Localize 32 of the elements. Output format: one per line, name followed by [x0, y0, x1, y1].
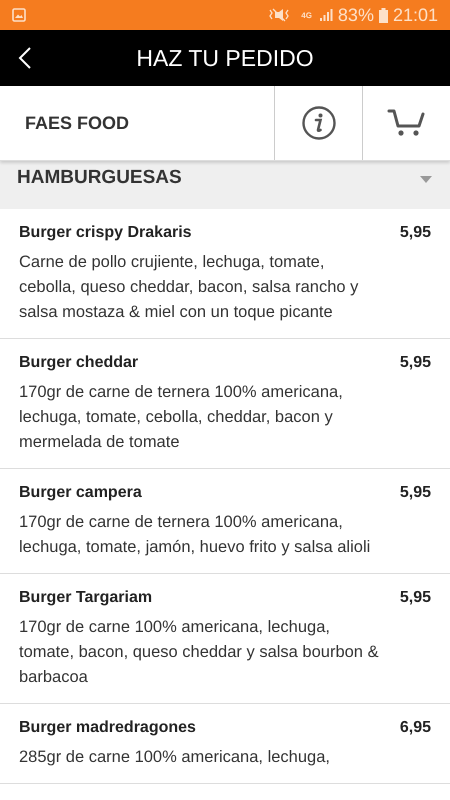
info-icon: [300, 105, 336, 141]
image-icon: [12, 8, 26, 22]
menu-item[interactable]: Burger cheddar 5,95 170gr de carne de ternera 100% americana, lechuga, tomate, cebolla, cheddar, bacon y mermelada de tomate: [0, 339, 450, 469]
item-price: 5,95: [400, 589, 431, 607]
item-name: Burger cheddar: [19, 354, 138, 372]
item-price: 5,95: [400, 354, 431, 372]
item-description: Carne de pollo crujiente, lechuga, tomate, cebolla, queso cheddar, bacon, salsa rancho y salsa mostaza & miel con un toque picante: [19, 252, 360, 323]
menu-item[interactable]: Burger crispy Drakaris 5,95 Carne de pollo crujiente, lechuga, tomate, cebolla, queso cheddar, bacon, salsa rancho y salsa mostaza & miel con un toque picante: [0, 209, 450, 339]
mute-icon: [268, 8, 290, 22]
item-name: Burger campera: [19, 484, 142, 502]
signal-icon: [318, 8, 333, 22]
menu-item[interactable]: Burger campera 5,95 170gr de carne de ternera 100% americana, lechuga, tomate, jamón, huevo frito y salsa alioli: [0, 469, 450, 574]
item-price: 5,95: [400, 224, 431, 242]
page-title: HAZ TU PEDIDO: [136, 44, 314, 72]
battery-icon: [378, 8, 388, 22]
menu-item[interactable]: Burger madredragones 6,95 285gr de carne 100% americana, lechuga,: [0, 704, 450, 784]
item-description: 170gr de carne de ternera 100% americana, lechuga, tomate, jamón, huevo frito y salsa alioli: [19, 512, 372, 558]
item-name: Burger Targariam: [19, 589, 152, 607]
item-price: 6,95: [400, 719, 431, 737]
item-name: Burger crispy Drakaris: [19, 224, 192, 242]
network-type: 4G: [301, 10, 312, 20]
category-header[interactable]: HAMBURGUESAS: [0, 161, 450, 209]
menu-item[interactable]: Burger Targariam 5,95 170gr de carne 100% americana, lechuga, tomate, bacon, queso cheddar y salsa bourbon & barbacoa: [0, 574, 450, 704]
clock: 21:01: [392, 4, 438, 26]
item-description: 170gr de carne de ternera 100% americana, lechuga, tomate, cebolla, cheddar, bacon y mermelada de tomate: [19, 382, 344, 453]
restaurant-name: FAES FOOD: [24, 112, 130, 134]
item-description: 285gr de carne 100% americana, lechuga,: [19, 747, 331, 768]
battery-percent: 83%: [338, 4, 374, 26]
item-name: Burger madredragones: [19, 719, 196, 737]
item-price: 5,95: [400, 484, 431, 502]
back-icon[interactable]: [18, 46, 32, 70]
item-description: 170gr de carne 100% americana, lechuga, tomate, bacon, queso cheddar y salsa bourbon & barbacoa: [19, 617, 380, 688]
